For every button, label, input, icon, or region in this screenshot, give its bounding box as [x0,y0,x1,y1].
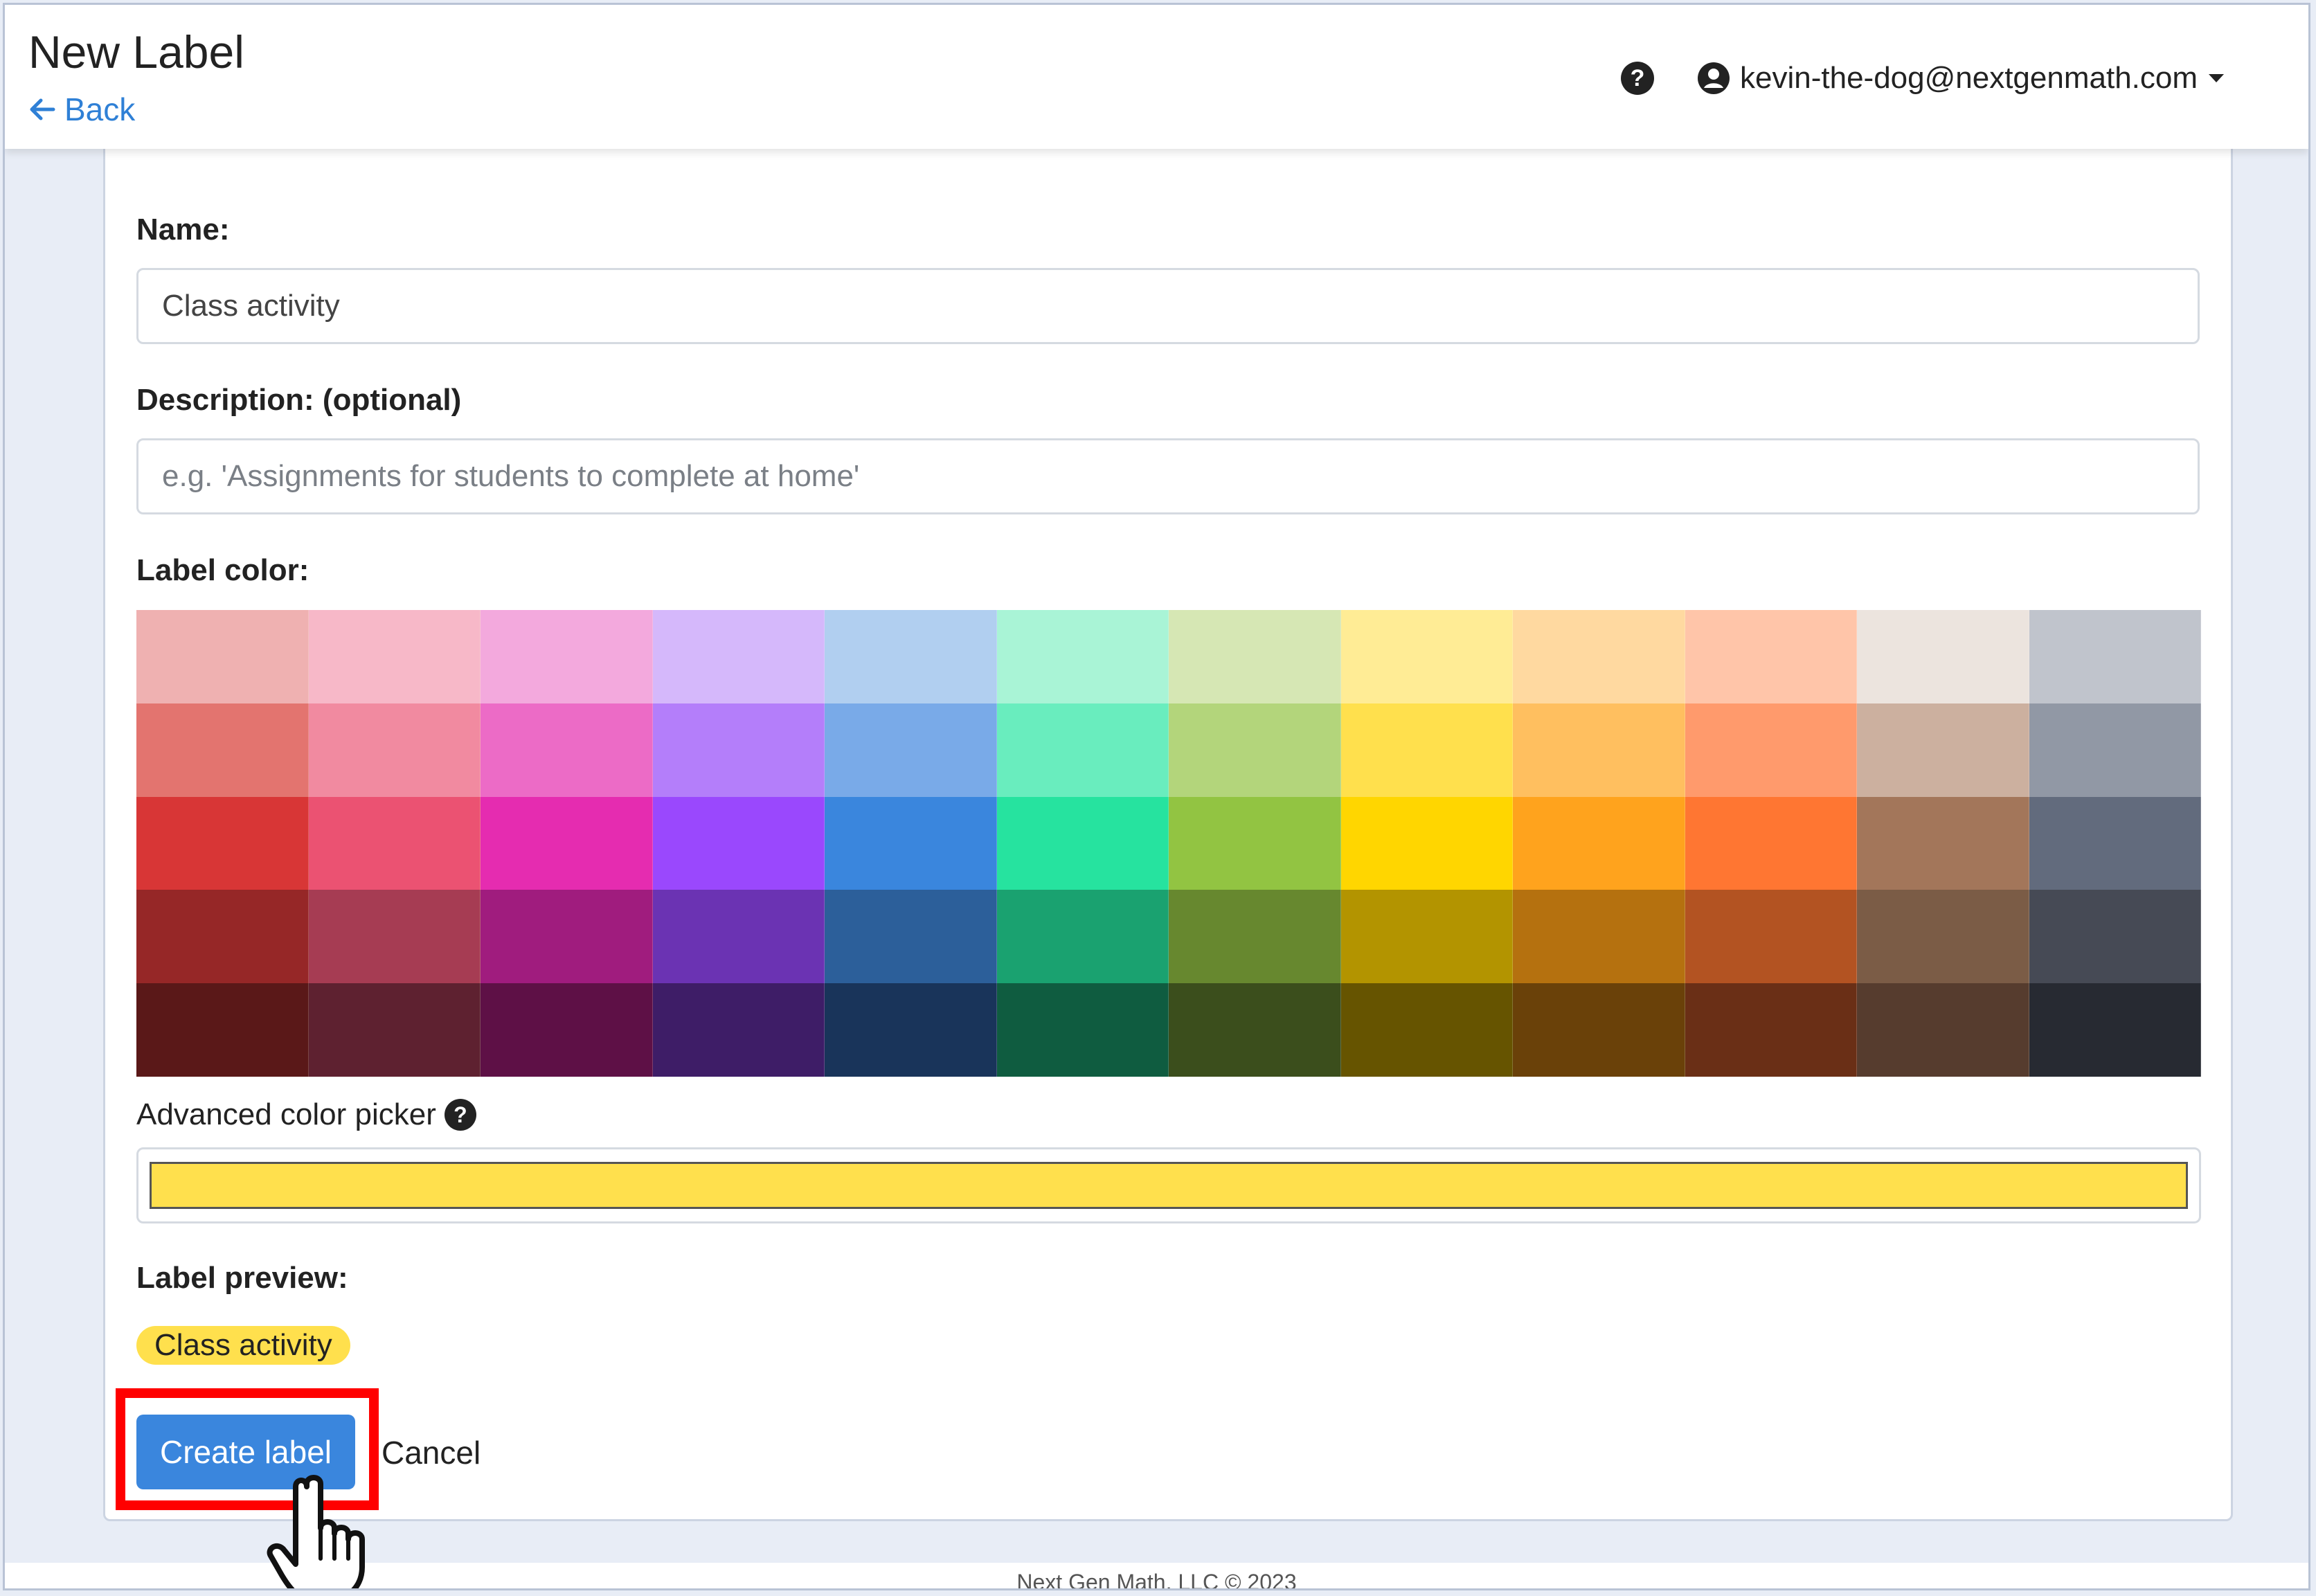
color-swatch[interactable] [136,890,309,984]
color-swatch[interactable] [1857,703,2029,797]
label-preview-label: Label preview: [136,1261,348,1295]
color-swatch[interactable] [1340,703,1513,797]
color-swatch[interactable] [996,983,1169,1077]
color-swatch[interactable] [825,703,997,797]
color-swatch[interactable] [652,890,825,984]
color-swatch[interactable] [308,890,481,984]
color-swatch[interactable] [996,796,1169,890]
hand-pointer-icon [267,1475,365,1588]
color-swatch[interactable] [1685,796,1857,890]
color-swatch[interactable] [481,796,653,890]
name-input[interactable] [136,268,2200,344]
color-swatch[interactable] [2029,983,2201,1077]
advanced-color-picker-label: Advanced color picker ? [136,1097,476,1132]
color-input[interactable] [150,1162,2188,1209]
color-swatch[interactable] [1340,610,1513,703]
color-swatch[interactable] [1169,610,1341,703]
color-swatch[interactable] [136,983,309,1077]
page-title: New Label [28,26,244,78]
color-swatch[interactable] [1513,983,1685,1077]
color-swatch[interactable] [1857,983,2029,1077]
color-swatch[interactable] [1857,610,2029,703]
arrow-left-icon [30,98,55,120]
color-swatch[interactable] [2029,890,2201,984]
color-swatch[interactable] [2029,703,2201,797]
color-swatch[interactable] [136,796,309,890]
color-swatch[interactable] [1169,703,1341,797]
description-input[interactable] [136,438,2200,514]
caret-down-icon [2209,74,2225,82]
question-circle-icon[interactable]: ? [444,1099,476,1131]
color-swatch[interactable] [308,610,481,703]
color-swatch[interactable] [1169,890,1341,984]
cancel-link[interactable]: Cancel [381,1434,481,1471]
color-swatch[interactable] [481,703,653,797]
color-swatch[interactable] [825,610,997,703]
preview-text: Class activity [154,1328,332,1362]
color-swatch[interactable] [1513,796,1685,890]
color-swatch[interactable] [652,796,825,890]
color-swatch[interactable] [481,610,653,703]
color-swatch[interactable] [481,890,653,984]
color-swatch[interactable] [1685,890,1857,984]
color-swatch[interactable] [1857,890,2029,984]
name-label: Name: [136,213,230,246]
description-label: Description: (optional) [136,383,462,417]
color-swatch[interactable] [1169,796,1341,890]
footer-text: Next Gen Math, LLC © 2023 [1016,1570,1297,1590]
color-swatch[interactable] [136,610,309,703]
color-swatch[interactable] [652,703,825,797]
color-swatch[interactable] [1857,796,2029,890]
color-swatch[interactable] [1685,983,1857,1077]
color-swatch[interactable] [1685,610,1857,703]
color-swatch[interactable] [652,983,825,1077]
color-swatch[interactable] [481,983,653,1077]
color-swatch[interactable] [1340,796,1513,890]
color-swatch[interactable] [825,983,997,1077]
color-swatch[interactable] [1513,890,1685,984]
color-swatch[interactable] [996,703,1169,797]
color-swatch[interactable] [1685,703,1857,797]
color-swatch[interactable] [1513,703,1685,797]
color-palette [136,610,2201,1077]
color-swatch[interactable] [1340,983,1513,1077]
color-swatch[interactable] [996,890,1169,984]
color-swatch[interactable] [652,610,825,703]
color-swatch[interactable] [308,703,481,797]
color-swatch[interactable] [136,703,309,797]
page-header: New Label Back ? kevin-the-dog@nextgenma… [5,5,2308,149]
label-color-label: Label color: [136,553,309,587]
color-swatch[interactable] [825,890,997,984]
label-preview-badge: Class activity [136,1326,350,1365]
color-swatch[interactable] [2029,796,2201,890]
color-swatch[interactable] [996,610,1169,703]
user-email: kevin-the-dog@nextgenmath.com [1740,61,2198,95]
user-menu[interactable]: kevin-the-dog@nextgenmath.com [1697,57,2225,99]
color-swatch[interactable] [1169,983,1341,1077]
back-link[interactable]: Back [28,91,135,128]
color-swatch[interactable] [1340,890,1513,984]
back-label: Back [64,91,136,127]
advanced-label-text: Advanced color picker [136,1097,436,1131]
help-icon[interactable]: ? [1621,62,1654,95]
app-window: New Label Back ? kevin-the-dog@nextgenma… [3,3,2310,1590]
user-circle-icon [1698,62,1730,94]
color-swatch[interactable] [1513,610,1685,703]
advanced-color-picker [136,1147,2201,1223]
color-swatch[interactable] [308,796,481,890]
color-swatch[interactable] [308,983,481,1077]
color-swatch[interactable] [2029,610,2201,703]
color-swatch[interactable] [825,796,997,890]
